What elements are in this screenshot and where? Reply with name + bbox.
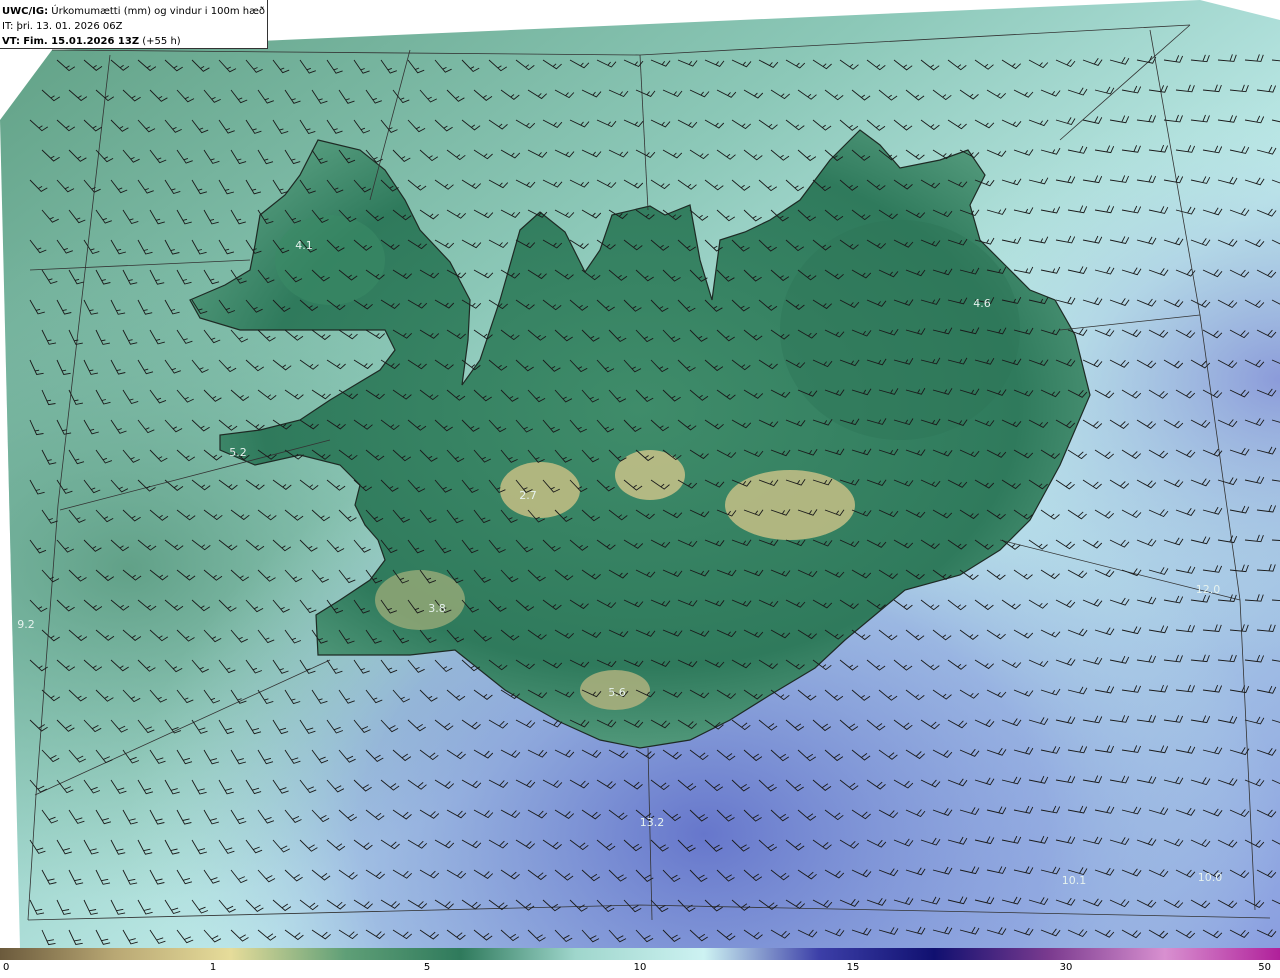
precip-value-label: 3.8: [428, 602, 446, 615]
map-title: Úrkomumætti (mm) og vindur i 100m hæð: [51, 6, 266, 17]
colorbar-tick-label: 10: [633, 962, 647, 973]
precip-value-label: 2.7: [519, 489, 537, 502]
info-box: UWC/IG: Úrkomumætti (mm) og vindur i 100…: [0, 0, 268, 49]
southwest-lowland-area: [375, 570, 465, 630]
east-highlands-shading: [780, 220, 1020, 440]
precip-value-label: 12.0: [1196, 583, 1221, 596]
colorbar-tick-label: 1: [209, 962, 217, 973]
lead-time: (+55 h): [142, 36, 181, 47]
colorbar: [0, 948, 1280, 960]
precip-value-label: 4.1: [295, 239, 313, 252]
precip-value-label: 13.2: [640, 816, 665, 829]
precip-value-label: 5.2: [229, 446, 247, 459]
valid-time: Fim. 15.01.2026 13Z: [23, 36, 140, 47]
colorbar-tick-label: 50: [1258, 962, 1271, 973]
product-label: UWC/IG:: [2, 6, 49, 17]
precip-value-label: 5.6: [608, 686, 626, 699]
westfjords-shading: [275, 215, 385, 305]
precip-value-label: 9.2: [17, 618, 35, 631]
valid-prefix: VT:: [2, 36, 21, 47]
colorbar-tick-label: 15: [846, 962, 860, 973]
precip-value-label: 10.1: [1062, 874, 1087, 887]
langjokull-area: [500, 462, 580, 518]
init-time: þri. 13. 01. 2026 06Z: [16, 21, 123, 32]
precip-value-label: 10.0: [1198, 871, 1223, 884]
colorbar-tick-label: 0: [3, 962, 10, 973]
colorbar-labels: 0 1 5 10 15 30 50: [0, 962, 1280, 978]
init-prefix: IT:: [2, 21, 14, 32]
hofsjokull-area: [615, 450, 685, 500]
vatnajokull-area: [725, 470, 855, 540]
precipitation-map[interactable]: 4.1 4.6 5.2 2.7 3.8 9.2 12.0 5.6 13.2 10.1 10.0: [0, 0, 1280, 948]
precip-value-label: 4.6: [973, 297, 991, 310]
map-area[interactable]: 4.1 4.6 5.2 2.7 3.8 9.2 12.0 5.6 13.2 10.1 10.0: [0, 0, 1280, 948]
colorbar-tick-label: 30: [1059, 962, 1073, 973]
colorbar-tick-label: 5: [423, 962, 431, 973]
